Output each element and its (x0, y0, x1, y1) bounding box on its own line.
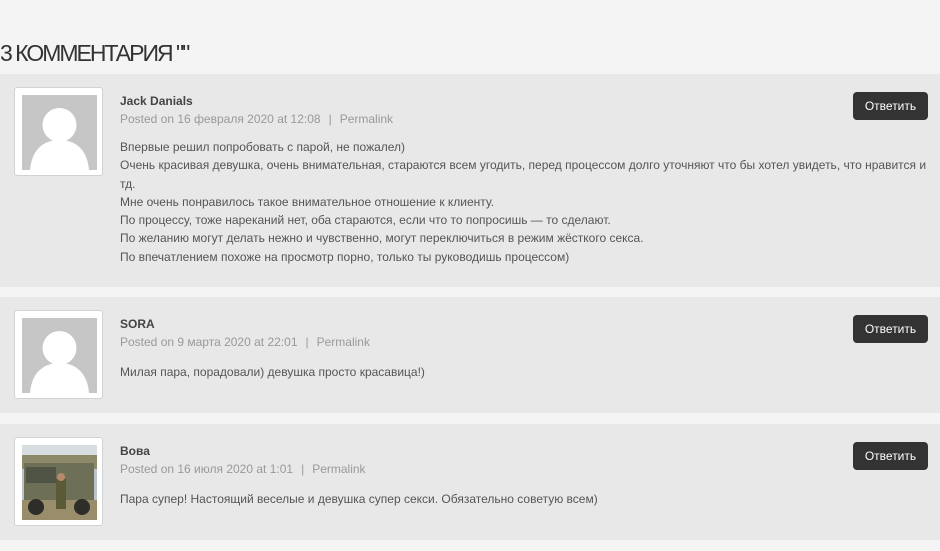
comment-line: По процессу, тоже нареканий нет, оба ста… (120, 213, 611, 228)
photo-avatar-icon (22, 445, 97, 520)
comment-body: Впервые решил попробовать с парой, не по… (120, 138, 930, 266)
avatar[interactable] (14, 437, 103, 526)
comment-line: Мне очень понравилось такое внимательное… (120, 194, 495, 209)
comment-meta: Posted on 9 марта 2020 at 22:01 | Permalin… (120, 335, 370, 349)
comment-body: Милая пара, порадовали) девушка просто к… (120, 363, 930, 381)
reply-button[interactable]: Ответить (853, 315, 928, 343)
comment-item: Вова Posted on 16 июля 2020 at 1:01 | Perm… (0, 424, 940, 540)
comment-date-link[interactable]: Posted on 9 марта 2020 at 22:01 (120, 335, 298, 349)
comment-date-link[interactable]: Posted on 16 июля 2020 at 1:01 (120, 462, 293, 476)
comment-author[interactable]: Вова (120, 444, 150, 458)
permalink-link[interactable]: Permalink (317, 335, 370, 349)
avatar[interactable] (14, 87, 103, 176)
comments-heading: 3 КОММЕНТАРИЯ "" (0, 40, 190, 66)
comment-line: Пара супер! Настоящий веселые и девушка … (120, 492, 598, 506)
comment-meta: Posted on 16 февраля 2020 at 12:08 | Perma… (120, 112, 394, 126)
default-avatar-icon (22, 318, 97, 393)
comment-author[interactable]: Jack Danials (120, 94, 193, 108)
avatar[interactable] (14, 310, 103, 399)
permalink-link[interactable]: Permalink (312, 462, 365, 476)
reply-button[interactable]: Ответить (853, 92, 928, 120)
default-avatar-icon (22, 95, 97, 170)
reply-button[interactable]: Ответить (853, 442, 928, 470)
comment-meta: Posted on 16 июля 2020 at 1:01 | Permalink (120, 462, 366, 476)
comment-line: Впервые решил попробовать с парой, не по… (120, 140, 406, 154)
comment-line: По желанию могут делать нежно и чувствен… (120, 231, 644, 246)
comment-line: По впечатлением похоже на просмотр порно… (120, 249, 570, 264)
permalink-link[interactable]: Permalink (340, 112, 393, 126)
comment-body: Пара супер! Настоящий веселые и девушка … (120, 490, 930, 508)
comment-date-link[interactable]: Posted on 16 февраля 2020 at 12:08 (120, 112, 321, 126)
comment-item: SORA Posted on 9 марта 2020 at 22:01 | Per… (0, 297, 940, 413)
comment-author[interactable]: SORA (120, 317, 155, 331)
comment-item: Jack Danials Posted on 16 февраля 2020 a… (0, 74, 940, 287)
comment-line: Очень красивая девушка, очень внимательн… (120, 158, 927, 191)
comment-line: Милая пара, порадовали) девушка просто к… (120, 365, 425, 379)
